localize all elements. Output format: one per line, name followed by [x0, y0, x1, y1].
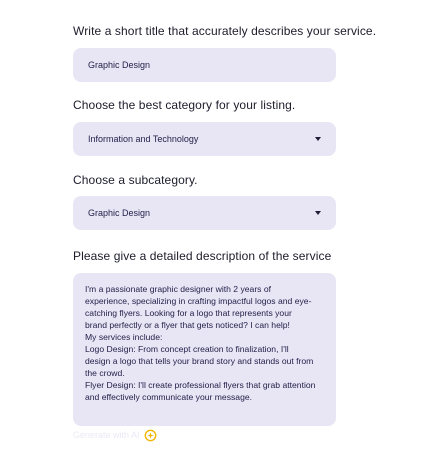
- subcategory-select[interactable]: Graphic Design: [73, 196, 336, 230]
- title-label: Write a short title that accurately desc…: [73, 24, 377, 38]
- description-line: Logo Design: From concept creation to fi…: [85, 344, 289, 354]
- sparkle-icon: [144, 429, 157, 442]
- description-line: experience, specializing in crafting imp…: [85, 296, 312, 306]
- description-line: catching flyers. Looking for a logo that…: [85, 308, 292, 318]
- description-line: My services include:: [85, 332, 163, 342]
- subcategory-select-value: Graphic Design: [88, 208, 151, 218]
- chevron-down-icon: [315, 211, 321, 215]
- description-line: design a logo that tells your brand stor…: [85, 356, 314, 366]
- description-line: I'm a passionate graphic designer with 2…: [85, 284, 272, 294]
- chevron-down-icon: [315, 137, 321, 141]
- description-label: Please give a detailed description of th…: [73, 249, 332, 263]
- description-line: Flyer Design: I'll create professional f…: [85, 380, 316, 390]
- description-line: the crowd.: [85, 368, 125, 378]
- category-select[interactable]: Information and Technology: [73, 122, 336, 156]
- subcategory-label: Choose a subcategory.: [73, 173, 198, 187]
- title-input-value: Graphic Design: [88, 60, 151, 70]
- description-line: and effectively communicate your message…: [85, 392, 253, 402]
- description-line: brand perfectly or a flyer that gets not…: [85, 320, 290, 330]
- category-label: Choose the best category for your listin…: [73, 98, 296, 112]
- title-input[interactable]: Graphic Design: [73, 48, 336, 82]
- generate-with-ai-label: Generate with AI: [73, 430, 140, 440]
- description-textarea[interactable]: I'm a passionate graphic designer with 2…: [73, 273, 336, 426]
- generate-with-ai-button[interactable]: Generate with AI: [73, 428, 157, 442]
- category-select-value: Information and Technology: [88, 134, 199, 144]
